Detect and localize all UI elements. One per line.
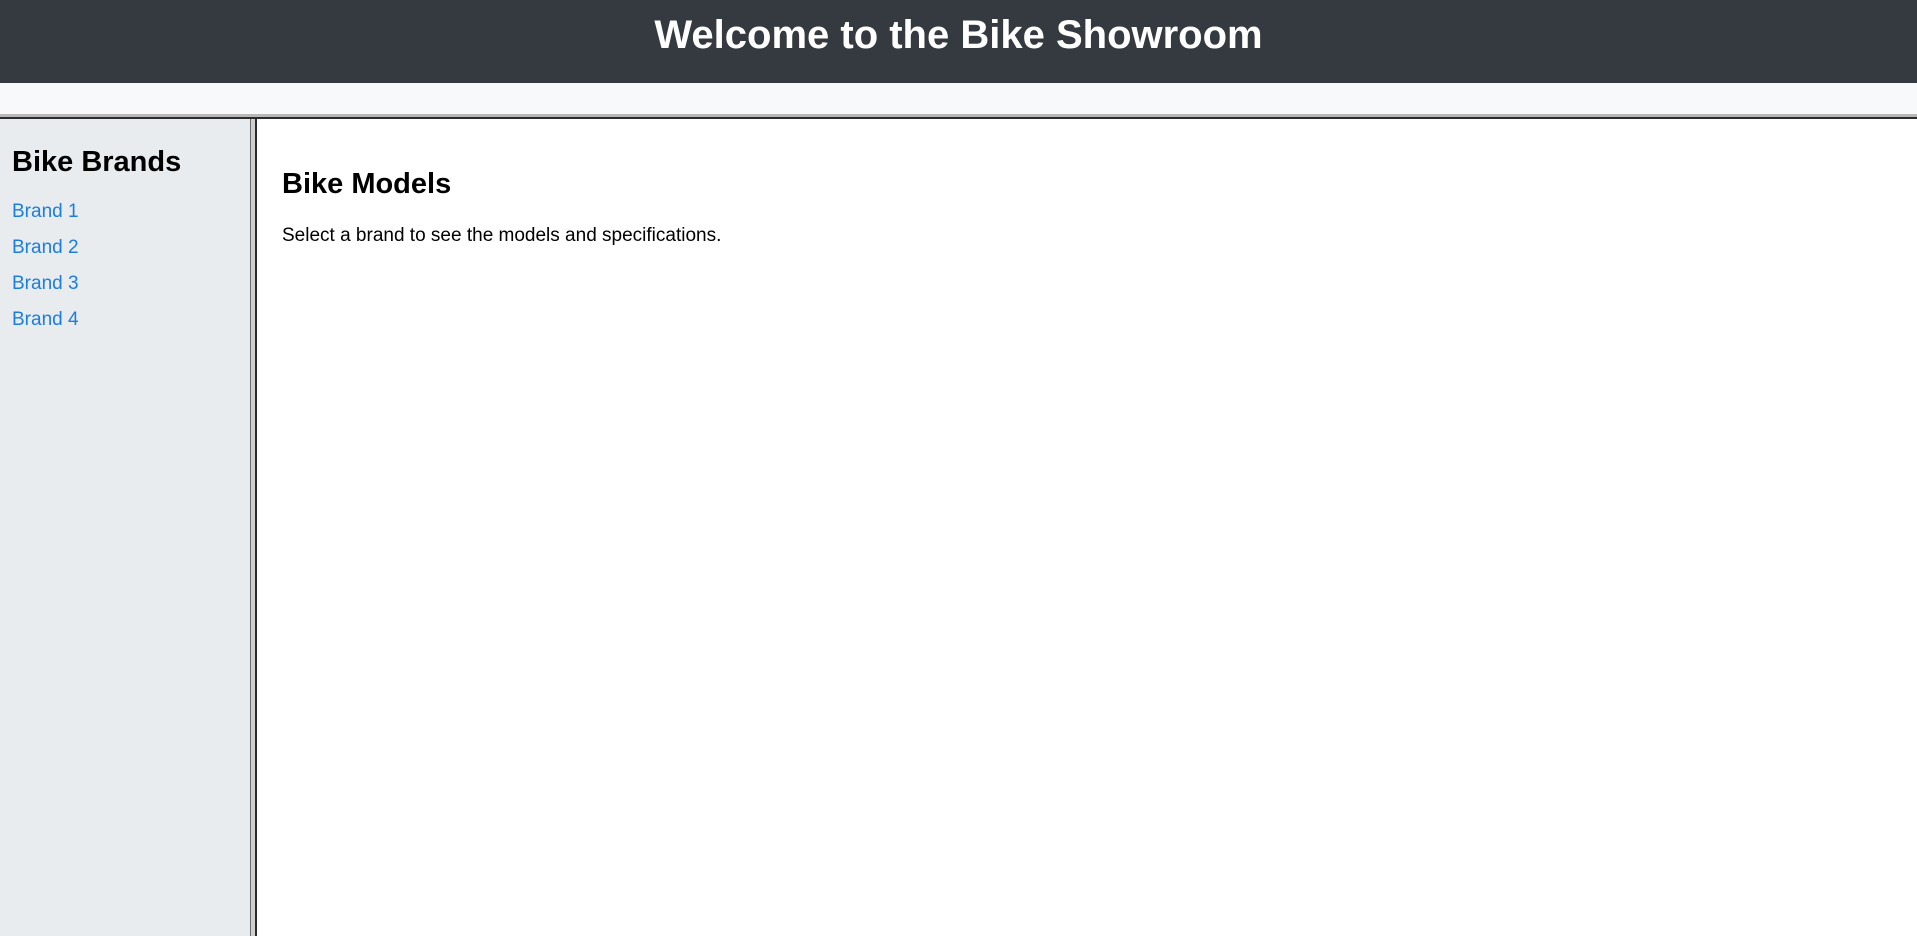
frame-resize-handle[interactable] <box>250 118 257 936</box>
page-title: Welcome to the Bike Showroom <box>654 13 1263 57</box>
brand-list: Brand 1 Brand 2 Brand 3 Brand 4 <box>12 194 238 338</box>
list-item: Brand 1 <box>12 194 238 230</box>
list-item: Brand 4 <box>12 302 238 338</box>
models-title: Bike Models <box>282 168 452 200</box>
models-description: Select a brand to see the models and spe… <box>282 225 722 246</box>
page-header: Welcome to the Bike Showroom <box>0 0 1917 83</box>
frameset: Bike Brands Brand 1 Brand 2 Brand 3 Bran… <box>0 114 1917 936</box>
brand-link-1[interactable]: Brand 1 <box>12 201 79 222</box>
sidebar-title: Bike Brands <box>12 146 182 178</box>
brand-link-4[interactable]: Brand 4 <box>12 309 79 330</box>
list-item: Brand 3 <box>12 266 238 302</box>
nav-bar <box>0 83 1917 115</box>
brand-link-2[interactable]: Brand 2 <box>12 237 79 258</box>
list-item: Brand 2 <box>12 230 238 266</box>
brand-link-3[interactable]: Brand 3 <box>12 273 79 294</box>
brands-sidebar: Bike Brands Brand 1 Brand 2 Brand 3 Bran… <box>0 118 250 936</box>
models-panel: Bike Models Select a brand to see the mo… <box>257 118 1917 936</box>
